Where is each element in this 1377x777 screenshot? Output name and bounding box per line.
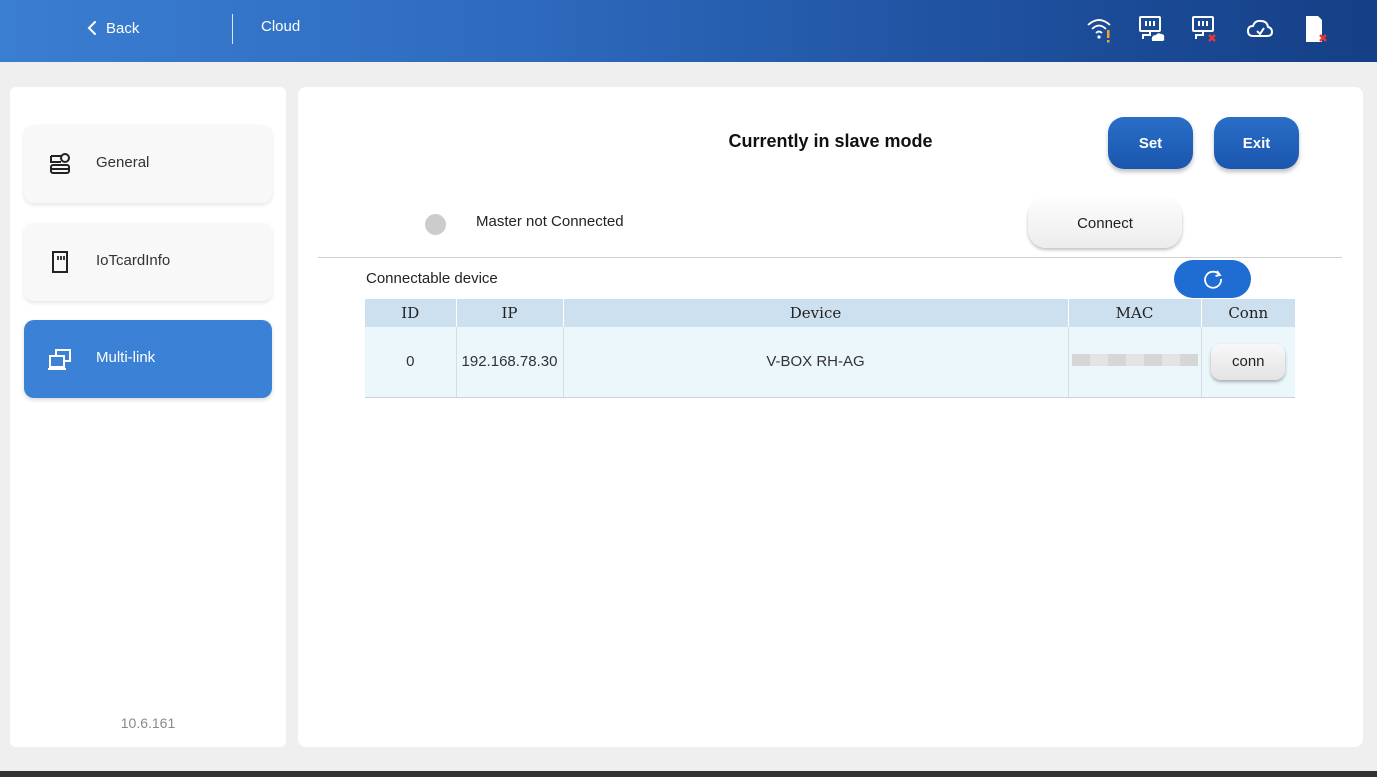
section-divider: [318, 257, 1342, 258]
header-divider: [232, 14, 233, 44]
page-title: Cloud: [261, 18, 301, 35]
exit-button[interactable]: Exit: [1214, 117, 1299, 169]
chevron-left-icon: [87, 21, 96, 35]
cell-conn: conn: [1201, 327, 1295, 398]
set-button[interactable]: Set: [1108, 117, 1193, 169]
multi-link-icon: [48, 349, 71, 370]
sd-card-error-icon[interactable]: [1300, 14, 1330, 44]
sidebar-item-general[interactable]: General: [24, 125, 272, 203]
column-header-id: ID: [365, 299, 457, 327]
master-status-indicator: [425, 214, 446, 235]
master-status-text: Master not Connected: [476, 213, 624, 230]
version-label: 10.6.161: [120, 715, 176, 731]
sidebar-item-label: General: [96, 154, 150, 171]
sidebar: General IoTcardInfo Multi-link 10.6.161: [10, 87, 286, 747]
cloud-icon[interactable]: [1245, 14, 1275, 44]
refresh-icon: [1203, 270, 1222, 289]
top-bar: Back Cloud: [0, 0, 1377, 62]
cell-mac: [1068, 327, 1202, 398]
sidebar-item-label: IoTcardInfo: [96, 252, 171, 269]
mode-title: Currently in slave mode: [728, 131, 933, 151]
general-settings-icon: [50, 153, 70, 174]
conn-button[interactable]: conn: [1211, 343, 1286, 380]
device-table: ID IP Device MAC Conn 0 192.168.78.30 V-…: [365, 299, 1295, 398]
bottom-bar: [0, 771, 1377, 777]
sidebar-item-iotcardinfo[interactable]: IoTcardInfo: [24, 223, 272, 301]
sim-card-icon: [52, 251, 68, 273]
wifi-warning-icon[interactable]: [1085, 14, 1115, 44]
connect-button[interactable]: Connect: [1028, 198, 1182, 248]
network-error-icon[interactable]: [1190, 14, 1220, 44]
sidebar-item-multi-link[interactable]: Multi-link: [24, 320, 272, 398]
main-panel: Currently in slave mode Set Exit Master …: [298, 87, 1363, 747]
connectable-device-title: Connectable device: [366, 270, 498, 287]
back-button[interactable]: Back: [86, 16, 139, 40]
back-label: Back: [106, 19, 140, 37]
column-header-ip: IP: [456, 299, 564, 327]
cell-id: 0: [365, 327, 457, 398]
sidebar-item-label: Multi-link: [96, 349, 156, 366]
column-header-device: Device: [563, 299, 1069, 327]
table-header-row: ID IP Device MAC Conn: [365, 299, 1295, 327]
cell-device: V-BOX RH-AG: [563, 327, 1069, 398]
cell-ip: 192.168.78.30: [456, 327, 564, 398]
mac-redacted: [1071, 354, 1198, 367]
network-cloud-icon[interactable]: [1137, 14, 1167, 44]
column-header-mac: MAC: [1068, 299, 1202, 327]
table-row[interactable]: 0 192.168.78.30 V-BOX RH-AG conn: [365, 327, 1295, 398]
refresh-button[interactable]: [1174, 260, 1251, 298]
column-header-conn: Conn: [1201, 299, 1295, 327]
